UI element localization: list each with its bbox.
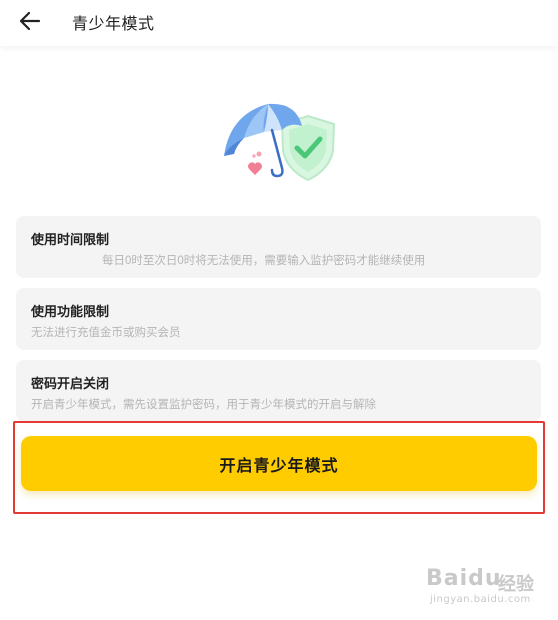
card-title: 使用时间限制 [31,232,110,247]
card-description: 无法进行充值金币或购买会员 [31,327,181,339]
baidu-jingyan-watermark: Baidu 经验 jingyan.baidu.com [426,566,552,610]
page-title: 青少年模式 [72,16,155,33]
card-description: 开启青少年模式，需先设置监护密码，用于青少年模式的开启与解除 [31,399,376,411]
password-toggle-card: 密码开启关闭 开启青少年模式，需先设置监护密码，用于青少年模式的开启与解除 [16,360,541,422]
time-limit-card: 使用时间限制 每日0时至次日0时将无法使用，需要输入监护密码才能继续使用 [16,216,541,278]
feature-limit-card: 使用功能限制 无法进行充值金币或购买会员 [16,288,541,350]
watermark-title: 经验 [498,574,534,595]
watermark-logo: Baidu [426,566,502,591]
card-title: 使用功能限制 [31,304,110,319]
top-navigation-bar: 青少年模式 [0,0,558,46]
enable-teen-mode-button[interactable]: 开启青少年模式 [21,436,537,491]
back-button[interactable] [14,6,46,36]
watermark-url: jingyan.baidu.com [430,594,531,605]
teen-mode-page: 青少年模式 使用时间限制 每日0时至次日0时将无法使用，需要输入监护密码才能继续… [0,0,558,620]
card-description: 每日0时至次日0时将无法使用，需要输入监护密码才能继续使用 [102,255,426,267]
card-title: 密码开启关闭 [31,376,110,391]
umbrella-shield-icon [224,103,336,182]
teen-mode-illustration [216,96,340,186]
arrow-left-icon [19,11,41,31]
